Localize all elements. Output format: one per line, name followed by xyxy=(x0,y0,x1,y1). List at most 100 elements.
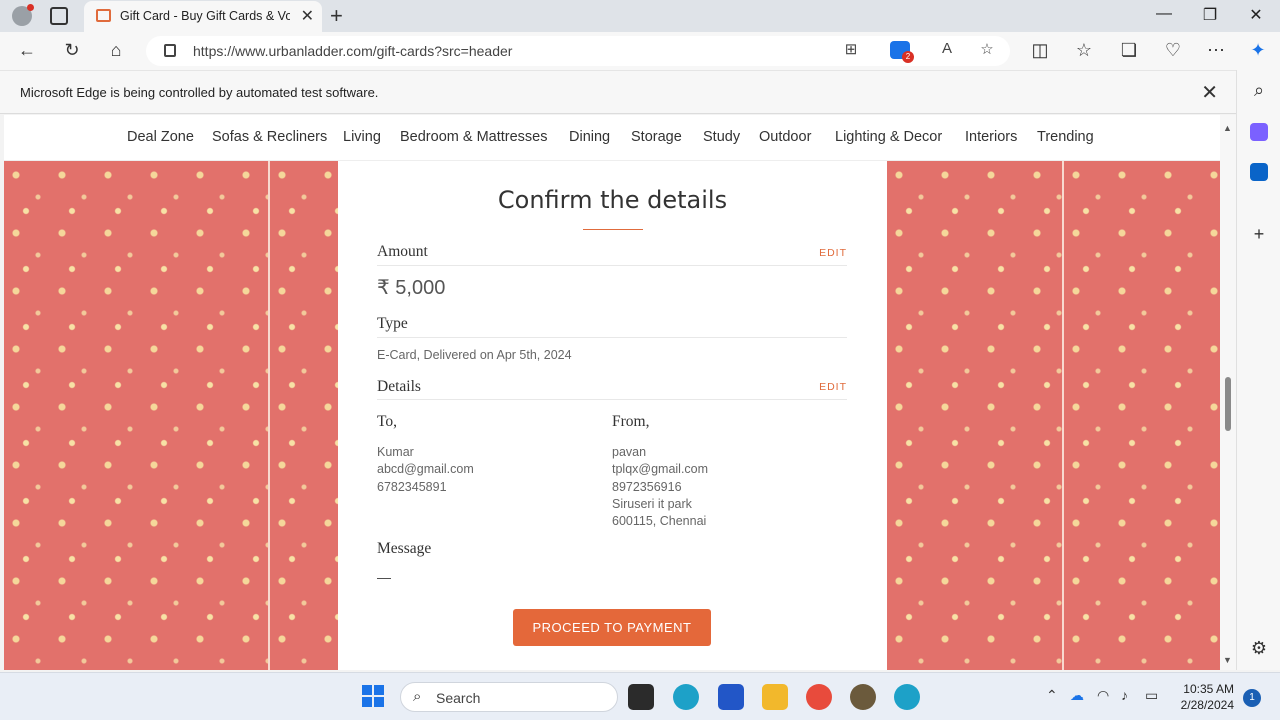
recipient-phone: 6782345891 xyxy=(377,479,447,494)
nav-item-living[interactable]: Living xyxy=(343,129,381,145)
sidebar-settings-gear-icon[interactable]: ⚙ xyxy=(1247,638,1271,659)
automation-message: Microsoft Edge is being controlled by au… xyxy=(20,85,379,100)
confirm-details-card: Confirm the details Amount EDIT ₹ 5,000 … xyxy=(338,161,887,670)
amount-value: ₹ 5,000 xyxy=(377,277,446,299)
home-icon[interactable]: ⌂ xyxy=(104,40,128,61)
page-viewport: Deal Zone Sofas & Recliners Living Bedro… xyxy=(4,115,1220,670)
tab-actions-icon[interactable] xyxy=(50,7,68,25)
copilot-icon[interactable]: ✦ xyxy=(1246,40,1270,61)
lock-icon[interactable] xyxy=(164,44,176,57)
gift-pattern-background-right xyxy=(1064,161,1220,670)
divider xyxy=(377,399,847,400)
nav-item-lighting-decor[interactable]: Lighting & Decor xyxy=(835,129,942,145)
edge-sidebar: ⌕ + ⚙ xyxy=(1236,70,1280,670)
restore-button[interactable]: ❐ xyxy=(1187,5,1233,25)
sidebar-add-icon[interactable]: + xyxy=(1247,224,1271,245)
app-icon[interactable] xyxy=(850,684,876,710)
read-aloud-icon[interactable]: A xyxy=(936,40,958,57)
title-underline xyxy=(583,229,643,230)
notification-badge[interactable]: 1 xyxy=(1243,689,1261,707)
search-icon: ⌕ xyxy=(413,688,422,705)
tab-title: Gift Card - Buy Gift Cards & Vouchers xyxy=(120,9,290,23)
battery-icon[interactable]: ▭ xyxy=(1145,687,1158,704)
proceed-to-payment-button[interactable]: PROCEED TO PAYMENT xyxy=(513,609,711,646)
amount-heading: Amount xyxy=(377,243,428,260)
nav-item-study[interactable]: Study xyxy=(703,129,740,145)
chrome-app-icon[interactable] xyxy=(806,684,832,710)
new-tab-button[interactable]: + xyxy=(330,3,343,29)
nav-item-bedroom-mattresses[interactable]: Bedroom & Mattresses xyxy=(400,129,547,145)
sidebar-copilot-icon[interactable] xyxy=(1250,123,1268,141)
message-value: — xyxy=(377,569,391,585)
divider xyxy=(377,265,847,266)
edge-app-icon[interactable] xyxy=(673,684,699,710)
window-close-button[interactable]: ✕ xyxy=(1233,5,1279,25)
back-arrow-icon[interactable]: ← xyxy=(15,40,39,61)
nav-item-deal-zone[interactable]: Deal Zone xyxy=(127,129,194,145)
browser-tab-active[interactable]: Gift Card - Buy Gift Cards & Vouchers ✕ xyxy=(84,1,322,32)
infobar-close-button[interactable]: ✕ xyxy=(1201,80,1218,105)
recipient-details: Kumar abcd@gmail.com 6782345891 xyxy=(377,444,474,496)
type-heading: Type xyxy=(377,315,408,332)
address-bar[interactable]: https://www.urbanladder.com/gift-cards?s… xyxy=(146,36,1010,66)
windows-start-icon[interactable] xyxy=(362,685,384,707)
sender-address-line1: Siruseri it park xyxy=(612,496,692,511)
scroll-up-arrow-icon[interactable]: ▲ xyxy=(1223,123,1232,133)
sidebar-outlook-icon[interactable] xyxy=(1250,163,1268,181)
browser-tab-strip: Gift Card - Buy Gift Cards & Vouchers ✕ … xyxy=(0,0,1280,32)
scroll-down-arrow-icon[interactable]: ▼ xyxy=(1223,655,1232,665)
edit-details-button[interactable]: EDIT xyxy=(819,381,847,393)
type-value: E-Card, Delivered on Apr 5th, 2024 xyxy=(377,348,572,362)
browser-essentials-icon[interactable]: ♡ xyxy=(1161,40,1185,61)
sender-phone: 8972356916 xyxy=(612,479,682,494)
app-available-icon[interactable]: ⊞ xyxy=(840,40,862,58)
divider xyxy=(377,337,847,338)
taskbar-clock[interactable]: 10:35 AM 2/28/2024 xyxy=(1170,681,1234,713)
url-text[interactable]: https://www.urbanladder.com/gift-cards?s… xyxy=(193,43,512,59)
settings-more-icon[interactable]: ⋯ xyxy=(1204,40,1228,61)
gift-pattern-background-right-inner xyxy=(887,161,1062,670)
page-scrollbar[interactable]: ▲ ▼ xyxy=(1220,115,1236,670)
onedrive-cloud-icon[interactable]: ☁ xyxy=(1070,687,1084,704)
category-nav: Deal Zone Sofas & Recliners Living Bedro… xyxy=(4,115,1220,161)
refresh-icon[interactable]: ↻ xyxy=(60,40,84,61)
store-app-icon[interactable] xyxy=(718,684,744,710)
split-screen-icon[interactable]: ◫ xyxy=(1028,40,1052,61)
edit-amount-button[interactable]: EDIT xyxy=(819,247,847,259)
clock-time: 10:35 AM xyxy=(1183,682,1234,696)
scrollbar-thumb[interactable] xyxy=(1225,377,1231,431)
tab-close-button[interactable]: ✕ xyxy=(301,6,314,26)
browser-toolbar: ← ↻ ⌂ https://www.urbanladder.com/gift-c… xyxy=(0,32,1280,70)
nav-item-outdoor[interactable]: Outdoor xyxy=(759,129,811,145)
from-heading: From, xyxy=(612,413,650,430)
sidebar-search-icon[interactable]: ⌕ xyxy=(1247,80,1271,101)
nav-item-dining[interactable]: Dining xyxy=(569,129,610,145)
recipient-email: abcd@gmail.com xyxy=(377,462,474,477)
profile-avatar[interactable] xyxy=(12,4,34,26)
sender-details: pavan tplqx@gmail.com 8972356916 Siruser… xyxy=(612,444,708,530)
message-heading: Message xyxy=(377,540,432,557)
edge-active-app-icon[interactable] xyxy=(894,684,920,710)
wifi-icon[interactable]: ◠ xyxy=(1097,687,1109,704)
favorites-icon[interactable]: ☆ xyxy=(1072,40,1096,61)
details-heading: Details xyxy=(377,378,421,395)
nav-item-storage[interactable]: Storage xyxy=(631,129,682,145)
taskbar-search-box[interactable]: ⌕ Search xyxy=(400,682,618,712)
nav-item-sofas-recliners[interactable]: Sofas & Recliners xyxy=(212,129,327,145)
gift-pattern-background-left xyxy=(4,161,268,670)
nav-item-trending[interactable]: Trending xyxy=(1037,129,1094,145)
clock-date: 2/28/2024 xyxy=(1180,698,1234,712)
volume-icon[interactable]: ♪ xyxy=(1121,687,1128,703)
windows-taskbar: ⌕ Search ⌃ ☁ ◠ ♪ ▭ 10:35 AM 2/28/2024 1 xyxy=(0,672,1280,720)
minimize-button[interactable]: — xyxy=(1141,5,1187,23)
tray-overflow-chevron-icon[interactable]: ⌃ xyxy=(1046,687,1058,704)
extension-badge-count: 2 xyxy=(902,51,914,63)
page-title: Confirm the details xyxy=(497,186,728,214)
favorite-star-icon[interactable]: ☆ xyxy=(976,40,998,58)
recipient-name: Kumar xyxy=(377,445,414,459)
file-explorer-icon[interactable] xyxy=(762,684,788,710)
shopping-extension-icon[interactable]: 2 xyxy=(890,41,914,63)
nav-item-interiors[interactable]: Interiors xyxy=(965,129,1017,145)
collections-icon[interactable]: ❏ xyxy=(1117,40,1141,61)
task-view-icon[interactable] xyxy=(628,684,654,710)
